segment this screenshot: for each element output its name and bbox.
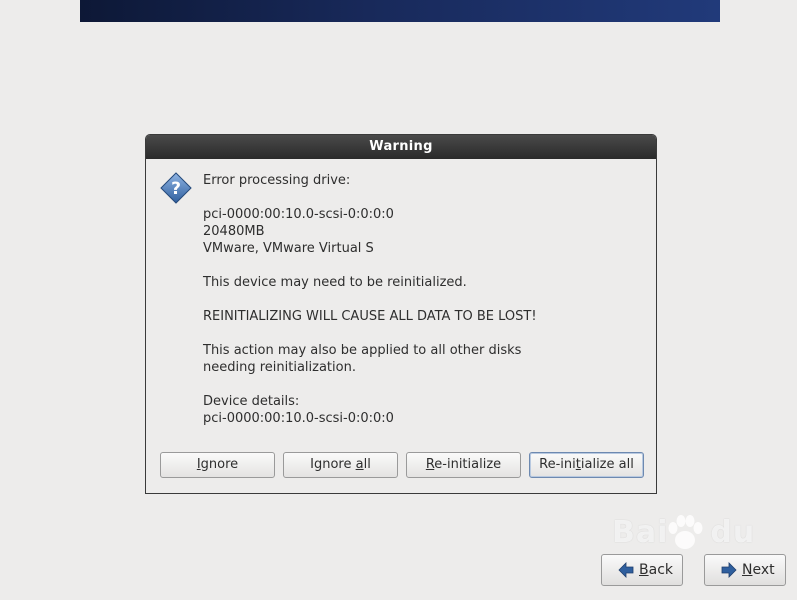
message-line: VMware, VMware Virtual S [203, 241, 374, 256]
message-line: Device details: [203, 394, 300, 409]
ignore-all-button[interactable]: Ignore all [283, 452, 398, 478]
message-line [203, 325, 643, 342]
message-line: Error processing drive: [203, 173, 351, 188]
dialog-message: Error processing drive: pci-0000:00:10.0… [203, 172, 643, 427]
next-button[interactable]: Next [704, 554, 786, 586]
message-line: needing reinitialization. [203, 360, 356, 375]
reinitialize-all-button[interactable]: Re-initialize all [529, 452, 644, 478]
message-line [203, 376, 643, 393]
message-line: REINITIALIZING WILL CAUSE ALL DATA TO BE… [203, 309, 537, 324]
next-arrow-icon [721, 562, 737, 578]
message-line: This device may need to be reinitialized… [203, 275, 467, 290]
dialog-title: Warning [146, 135, 656, 159]
message-line [203, 189, 643, 206]
message-line: This action may also be applied to all o… [203, 343, 522, 358]
back-arrow-icon [618, 562, 634, 578]
question-icon: ? [160, 172, 192, 204]
message-line [203, 291, 643, 308]
message-line: 20480MB [203, 224, 265, 239]
paw-icon [668, 515, 703, 549]
ignore-button[interactable]: Ignore [160, 452, 275, 478]
message-line: pci-0000:00:10.0-scsi-0:0:0:0 [203, 411, 394, 426]
baidu-watermark: Bai du [612, 515, 755, 550]
message-line: pci-0000:00:10.0-scsi-0:0:0:0 [203, 207, 394, 222]
svg-text:?: ? [171, 179, 181, 199]
message-line [203, 257, 643, 274]
top-banner [80, 0, 720, 22]
back-button[interactable]: Back [601, 554, 683, 586]
reinitialize-button[interactable]: Re-initialize [406, 452, 521, 478]
warning-dialog: Warning ? Error processing drive: pci-00… [145, 134, 657, 494]
